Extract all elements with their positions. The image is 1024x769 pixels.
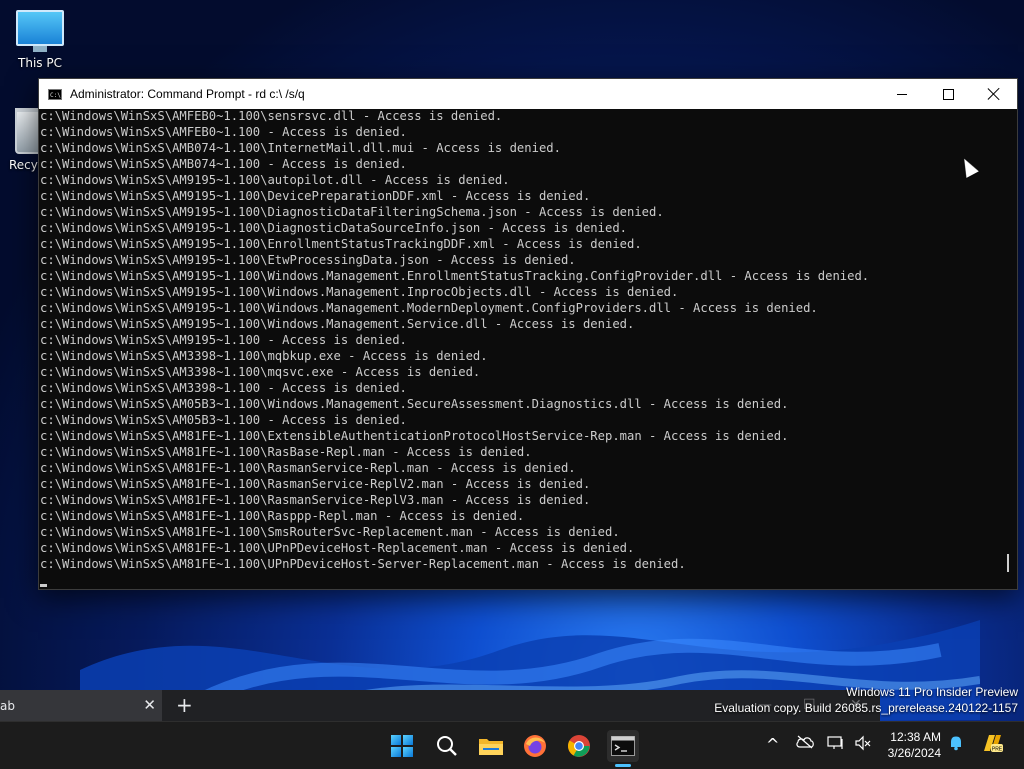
onedrive-icon[interactable] — [796, 735, 814, 753]
chrome-button[interactable] — [563, 730, 595, 762]
close-icon — [988, 88, 1000, 100]
command-prompt-window[interactable]: C:\ Administrator: Command Prompt - rd c… — [38, 78, 1018, 590]
maximize-button[interactable] — [925, 79, 971, 109]
firefox-icon — [524, 735, 546, 757]
volume-muted-icon[interactable] — [854, 735, 872, 755]
console-line: c:\Windows\WinSxS\AM9195~1.100\autopilot… — [40, 173, 510, 187]
console-line: c:\Windows\WinSxS\AM81FE~1.100\SmsRouter… — [40, 525, 620, 539]
console-line: c:\Windows\WinSxS\AM3398~1.100\mqbkup.ex… — [40, 349, 488, 363]
firefox-button[interactable] — [519, 730, 551, 762]
active-app-indicator — [615, 764, 631, 767]
search-icon — [437, 736, 457, 756]
console-line: c:\Windows\WinSxS\AM81FE~1.100\UPnPDevic… — [40, 541, 635, 555]
console-line: c:\Windows\WinSxS\AM81FE~1.100\UPnPDevic… — [40, 557, 686, 571]
search-button[interactable] — [431, 730, 463, 762]
start-button[interactable] — [386, 730, 418, 762]
minimize-icon — [897, 93, 907, 95]
console-lines: c:\Windows\WinSxS\AMFEB0~1.100\sensrsvc.… — [39, 109, 1017, 572]
show-hidden-icons-button[interactable]: ^ — [766, 735, 779, 754]
notification-bell-icon[interactable] — [948, 735, 964, 755]
console-line: c:\Windows\WinSxS\AM9195~1.100\Windows.M… — [40, 269, 870, 283]
network-icon[interactable] — [827, 735, 845, 755]
taskbar-clock[interactable]: 12:38 AM 3/26/2024 — [888, 729, 941, 761]
title-bar[interactable]: C:\ Administrator: Command Prompt - rd c… — [39, 79, 1017, 109]
console-line: c:\Windows\WinSxS\AM9195~1.100\Windows.M… — [40, 301, 818, 315]
new-tab-button[interactable]: + — [176, 693, 193, 717]
console-line: c:\Windows\WinSxS\AM81FE~1.100\RasBase-R… — [40, 445, 532, 459]
tab-close-icon[interactable]: ✕ — [143, 696, 156, 714]
scrollbar-thumb[interactable] — [1007, 554, 1009, 572]
copilot-icon[interactable]: PRE — [980, 731, 1004, 759]
browser-tab[interactable]: ab ✕ — [0, 690, 162, 721]
console-line: c:\Windows\WinSxS\AM9195~1.100\DevicePre… — [40, 189, 591, 203]
start-icon — [391, 735, 413, 757]
console-line: c:\Windows\WinSxS\AM05B3~1.100\Windows.M… — [40, 397, 789, 411]
console-line: c:\Windows\WinSxS\AM3398~1.100\mqsvc.exe… — [40, 365, 481, 379]
console-line: c:\Windows\WinSxS\AM9195~1.100\Diagnosti… — [40, 221, 627, 235]
minimize-button[interactable] — [879, 79, 925, 109]
console-line: c:\Windows\WinSxS\AMFEB0~1.100 - Access … — [40, 125, 407, 139]
clock-date: 3/26/2024 — [887, 746, 941, 760]
console-line: c:\Windows\WinSxS\AM9195~1.100\Diagnosti… — [40, 205, 664, 219]
desktop-icon-this-pc[interactable]: This PC — [0, 10, 80, 70]
file-explorer-button[interactable] — [475, 730, 507, 762]
desktop-icon-label: This PC — [18, 56, 62, 70]
svg-text:PRE: PRE — [992, 747, 1003, 753]
console-line: c:\Windows\WinSxS\AM9195~1.100\EtwProces… — [40, 253, 576, 267]
command-prompt-app-icon[interactable]: C:\ — [48, 88, 62, 100]
console-line: c:\Windows\WinSxS\AM9195~1.100 - Access … — [40, 333, 407, 347]
console-line: c:\Windows\WinSxS\AM9195~1.100\Enrollmen… — [40, 237, 642, 251]
this-pc-icon — [16, 10, 64, 46]
console-line: c:\Windows\WinSxS\AM05B3~1.100 - Access … — [40, 413, 407, 427]
terminal-icon — [611, 736, 635, 756]
console-output[interactable]: c:\Windows\WinSxS\AMFEB0~1.100\sensrsvc.… — [39, 109, 1017, 587]
command-prompt-taskbar-button[interactable] — [607, 730, 639, 762]
file-explorer-icon — [479, 739, 503, 755]
chrome-icon — [568, 735, 590, 757]
console-line: c:\Windows\WinSxS\AMB074~1.100 - Access … — [40, 157, 407, 171]
watermark-line-1: Windows 11 Pro Insider Preview — [846, 685, 1018, 699]
console-line: c:\Windows\WinSxS\AM9195~1.100\Windows.M… — [40, 285, 679, 299]
console-line: c:\Windows\WinSxS\AM81FE~1.100\RasmanSer… — [40, 493, 591, 507]
windows-build-watermark: Windows 11 Pro Insider Preview Evaluatio… — [714, 684, 1018, 716]
maximize-icon — [942, 88, 954, 100]
console-line: c:\Windows\WinSxS\AMFEB0~1.100\sensrsvc.… — [40, 109, 503, 123]
watermark-line-2: Evaluation copy. Build 26085.rs_prerelea… — [714, 701, 1018, 715]
console-line: c:\Windows\WinSxS\AM81FE~1.100\Rasppp-Re… — [40, 509, 525, 523]
console-line: c:\Windows\WinSxS\AM81FE~1.100\RasmanSer… — [40, 477, 591, 491]
console-line: c:\Windows\WinSxS\AM9195~1.100\Windows.M… — [40, 317, 635, 331]
console-line: c:\Windows\WinSxS\AM81FE~1.100\RasmanSer… — [40, 461, 576, 475]
console-line: c:\Windows\WinSxS\AM3398~1.100 - Access … — [40, 381, 407, 395]
close-button[interactable] — [971, 79, 1017, 109]
taskbar: ^ 12:38 AM 3/26/2024 PRE — [0, 721, 1024, 769]
console-line: c:\Windows\WinSxS\AM81FE~1.100\Extensibl… — [40, 429, 789, 443]
console-line: c:\Windows\WinSxS\AMB074~1.100\InternetM… — [40, 141, 561, 155]
text-cursor — [40, 584, 47, 587]
window-title: Administrator: Command Prompt - rd c:\ /… — [70, 87, 305, 101]
clock-time: 12:38 AM — [890, 730, 941, 744]
browser-tab-label: ab — [0, 699, 15, 713]
